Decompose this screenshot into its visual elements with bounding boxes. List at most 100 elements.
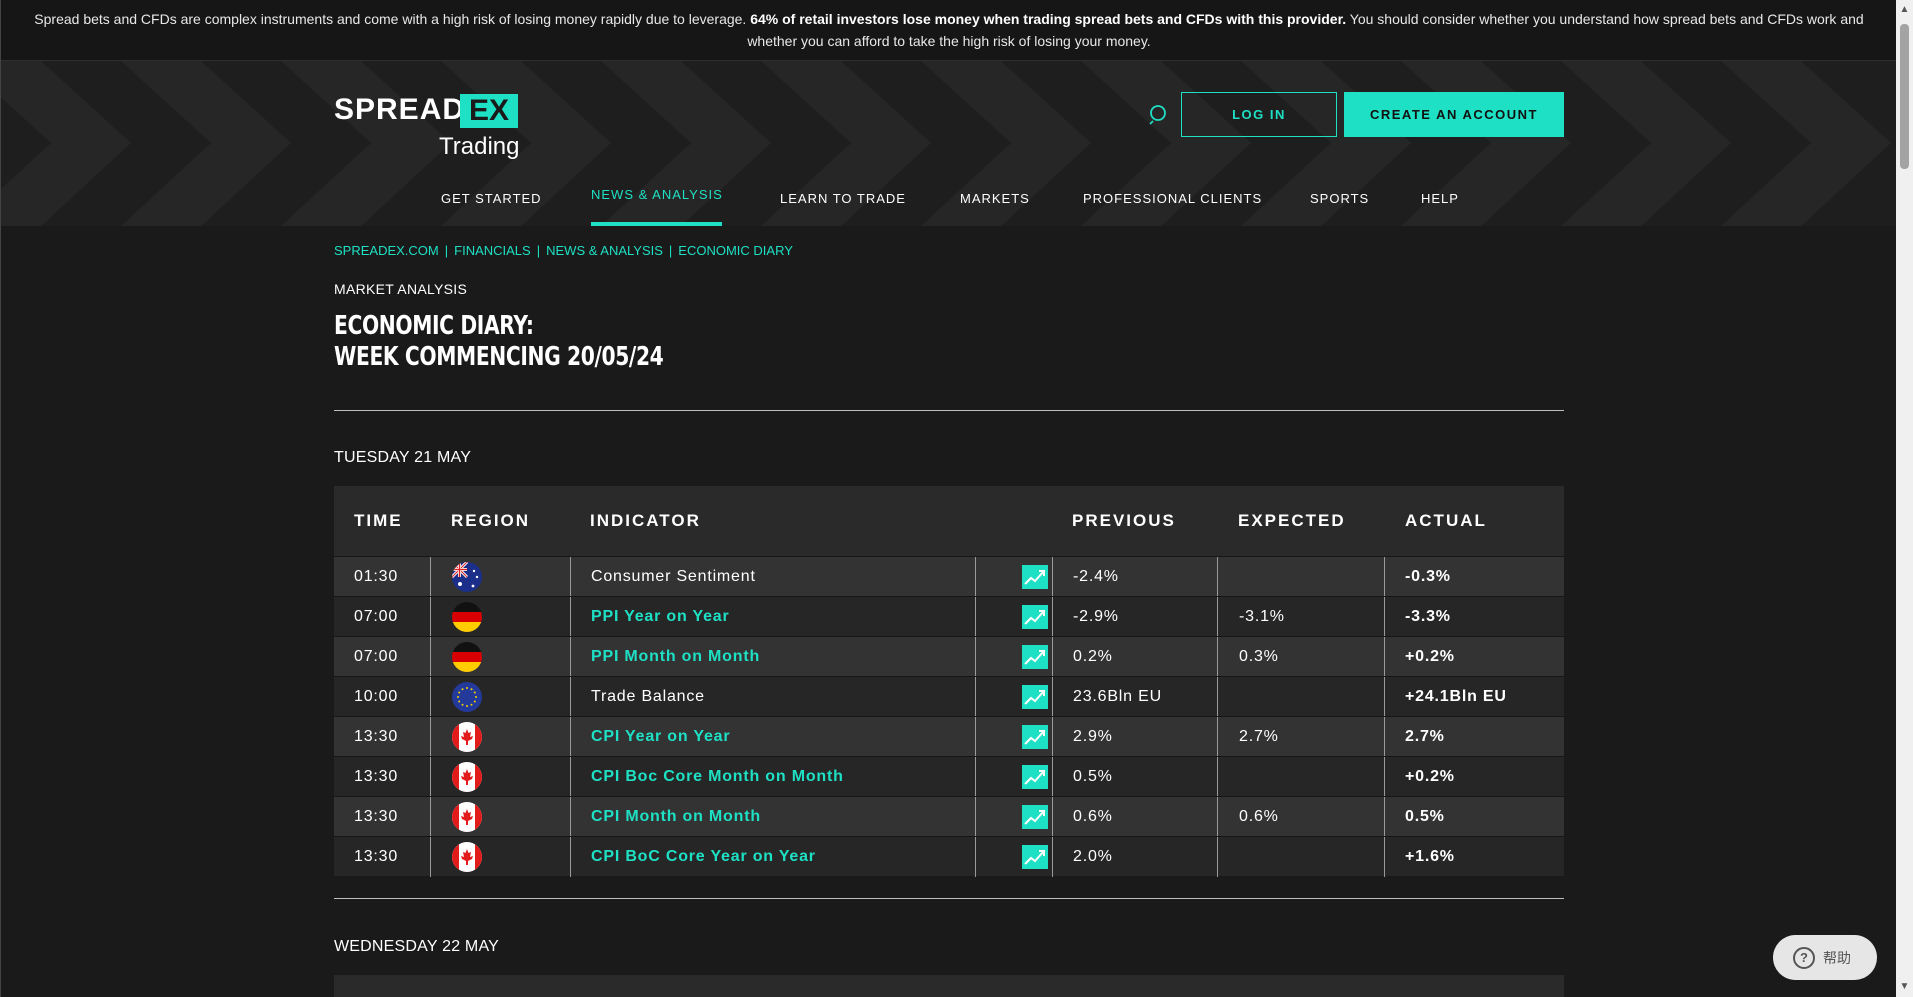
table-row: 13:30 CPI Month on Month 0.6% 0.6% 0.5%: [334, 796, 1564, 837]
economic-diary-table: TIME REGION INDICATOR PREVIOUS EXPECTED …: [334, 486, 1564, 877]
cell-previous: 0.2%: [1073, 648, 1113, 665]
cell-time: 13:30: [354, 728, 399, 745]
login-button[interactable]: LOG IN: [1181, 92, 1337, 137]
cell-indicator[interactable]: PPI Year on Year: [591, 597, 730, 637]
nav-professional-clients[interactable]: PROFESSIONAL CLIENTS: [1083, 171, 1262, 226]
line-chart-icon[interactable]: [1022, 605, 1048, 629]
cell-previous: 23.6Bln EU: [1073, 688, 1162, 705]
create-account-button[interactable]: CREATE AN ACCOUNT: [1344, 92, 1564, 137]
table-row: 13:30 CPI BoC Core Year on Year 2.0% +1.6%: [334, 836, 1564, 877]
line-chart-icon[interactable]: [1022, 645, 1048, 669]
page-title-line1: ECONOMIC DIARY:: [334, 311, 534, 341]
cell-time: 13:30: [354, 848, 399, 865]
cell-actual: 0.5%: [1405, 808, 1445, 825]
page-title: ECONOMIC DIARY: WEEK COMMENCING 20/05/24: [334, 311, 664, 373]
header-indicator: INDICATOR: [590, 511, 701, 530]
risk-warning-banner: Spread bets and CFDs are complex instrum…: [1, 0, 1896, 61]
cell-actual: 2.7%: [1405, 728, 1445, 745]
germany-flag-icon: [452, 602, 482, 632]
cell-previous: -2.4%: [1073, 568, 1119, 585]
logo-ex-badge: EX: [460, 94, 518, 128]
line-chart-icon[interactable]: [1022, 845, 1048, 869]
help-label: 帮助: [1823, 949, 1851, 966]
scroll-down-arrow-icon[interactable]: ▼: [1899, 981, 1910, 993]
cell-previous: 2.0%: [1073, 848, 1113, 865]
table-row: 07:00 PPI Year on Year -2.9% -3.1% -3.3%: [334, 596, 1564, 637]
australia-flag-icon: [452, 562, 482, 592]
table-body: 01:30 Consumer Sentiment -2.4% -0.3% 07:00 PP…: [334, 556, 1564, 877]
article-kicker: MARKET ANALYSIS: [334, 281, 468, 297]
cell-expected: 0.3%: [1239, 648, 1279, 665]
cell-region: [452, 557, 482, 597]
cell-previous: 0.6%: [1073, 808, 1113, 825]
table-row: 13:30 CPI Boc Core Month on Month 0.5% +0.2…: [334, 756, 1564, 797]
cell-time: 07:00: [354, 648, 399, 665]
cell-actual: +0.2%: [1405, 648, 1455, 665]
scrollbar[interactable]: ▲ ▼: [1896, 0, 1913, 997]
nav-get-started[interactable]: GET STARTED: [441, 171, 542, 226]
nav-news-analysis[interactable]: NEWS & ANALYSIS: [591, 167, 723, 222]
canada-flag-icon: [452, 762, 482, 792]
cell-region: [452, 597, 482, 637]
logo-spread-text: SPREAD: [334, 93, 466, 126]
header-expected: EXPECTED: [1238, 511, 1346, 530]
nav-sports[interactable]: SPORTS: [1310, 171, 1369, 226]
header-previous: PREVIOUS: [1072, 511, 1176, 530]
cell-indicator[interactable]: PPI Month on Month: [591, 637, 760, 677]
cell-indicator[interactable]: CPI Year on Year: [591, 717, 730, 757]
canada-flag-icon: [452, 842, 482, 872]
cell-indicator[interactable]: CPI Month on Month: [591, 797, 761, 837]
divider: [334, 410, 1564, 411]
day-heading-tuesday: TUESDAY 21 MAY: [334, 449, 472, 466]
table-row: 07:00 PPI Month on Month 0.2% 0.3% +0.2%: [334, 636, 1564, 677]
nav-learn-to-trade[interactable]: LEARN TO TRADE: [780, 171, 906, 226]
breadcrumb-news-analysis[interactable]: NEWS & ANALYSIS: [546, 243, 663, 258]
cell-expected: 2.7%: [1239, 728, 1279, 745]
search-icon[interactable]: [1148, 103, 1170, 125]
scrollbar-thumb[interactable]: [1900, 24, 1909, 169]
cell-time: 07:00: [354, 608, 399, 625]
cell-time: 01:30: [354, 568, 399, 585]
line-chart-icon[interactable]: [1022, 565, 1048, 589]
germany-flag-icon: [452, 642, 482, 672]
line-chart-icon[interactable]: [1022, 805, 1048, 829]
breadcrumb-financials[interactable]: FINANCIALS: [454, 243, 531, 258]
nav-markets[interactable]: MARKETS: [960, 171, 1030, 226]
table-row: 10:00 Trade Balance 23.6Bln EU +24.1Bln EU: [334, 676, 1564, 717]
nav-help[interactable]: HELP: [1421, 171, 1459, 226]
help-button[interactable]: ? 帮助: [1773, 935, 1877, 980]
breadcrumb: SPREADEX.COM | FINANCIALS | NEWS & ANALYSIS |…: [334, 243, 793, 258]
line-chart-icon[interactable]: [1022, 765, 1048, 789]
eu-flag-icon: [452, 682, 482, 712]
cell-region: [452, 797, 482, 837]
canada-flag-icon: [452, 802, 482, 832]
cell-actual: +1.6%: [1405, 848, 1455, 865]
line-chart-icon[interactable]: [1022, 725, 1048, 749]
cell-indicator[interactable]: CPI BoC Core Year on Year: [591, 837, 816, 877]
canada-flag-icon: [452, 722, 482, 752]
cell-actual: -0.3%: [1405, 568, 1451, 585]
line-chart-icon[interactable]: [1022, 685, 1048, 709]
cell-time: 13:30: [354, 768, 399, 785]
site-header: SPREAD EX Trading LOG IN CREATE AN ACCOU…: [1, 61, 1896, 226]
cell-indicator: Trade Balance: [591, 688, 705, 705]
breadcrumb-spreadex[interactable]: SPREADEX.COM: [334, 243, 439, 258]
main-nav: GET STARTED NEWS & ANALYSIS LEARN TO TRA…: [1, 171, 1896, 226]
breadcrumb-economic-diary[interactable]: ECONOMIC DIARY: [678, 243, 793, 258]
cell-time: 10:00: [354, 688, 399, 705]
cell-actual: +0.2%: [1405, 768, 1455, 785]
cell-expected: 0.6%: [1239, 808, 1279, 825]
header-actual: ACTUAL: [1405, 511, 1487, 530]
cell-region: [452, 837, 482, 877]
header-region: REGION: [451, 511, 531, 530]
page-title-line2: WEEK COMMENCING 20/05/24: [334, 342, 664, 372]
header-time: TIME: [354, 511, 403, 530]
logo-trading-text: Trading: [439, 133, 520, 160]
cell-region: [452, 637, 482, 677]
cell-expected: -3.1%: [1239, 608, 1285, 625]
cell-indicator[interactable]: CPI Boc Core Month on Month: [591, 757, 844, 797]
risk-text-bold: 64% of retail investors lose money when …: [750, 11, 1347, 27]
scroll-up-arrow-icon[interactable]: ▲: [1899, 4, 1910, 16]
table-row: 01:30 Consumer Sentiment -2.4% -0.3%: [334, 556, 1564, 597]
cell-previous: 0.5%: [1073, 768, 1113, 785]
